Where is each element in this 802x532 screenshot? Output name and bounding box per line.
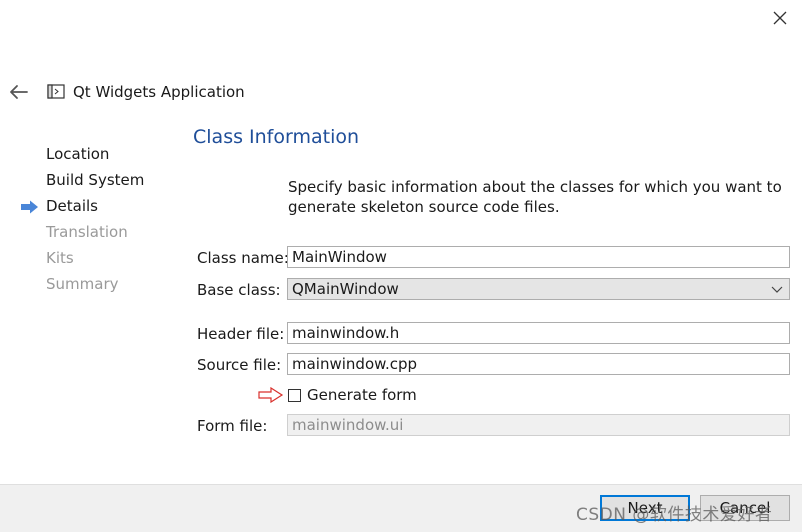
base-class-label: Base class: bbox=[197, 281, 281, 299]
header-file-input[interactable] bbox=[287, 322, 790, 344]
close-icon bbox=[773, 11, 787, 25]
step-location: Location bbox=[46, 145, 110, 163]
watermark-text: CSDN @软件技术爱好者 bbox=[576, 505, 773, 525]
generate-form-label[interactable]: Generate form bbox=[307, 386, 417, 404]
class-name-input[interactable] bbox=[287, 246, 790, 268]
wizard-steps: Location Build System Details Translatio… bbox=[46, 144, 144, 300]
current-step-arrow-icon bbox=[20, 199, 40, 214]
base-class-select[interactable]: QMainWindow bbox=[287, 278, 790, 300]
step-translation: Translation bbox=[46, 223, 128, 241]
back-arrow-icon bbox=[10, 85, 28, 99]
back-button[interactable] bbox=[8, 82, 30, 102]
step-summary: Summary bbox=[46, 275, 119, 293]
step-build-system: Build System bbox=[46, 171, 145, 189]
window-icon bbox=[47, 84, 65, 100]
base-class-value: QMainWindow bbox=[292, 280, 399, 298]
source-file-label: Source file: bbox=[197, 356, 282, 374]
step-kits: Kits bbox=[46, 249, 74, 267]
step-details: Details bbox=[46, 197, 99, 215]
class-name-label: Class name: bbox=[197, 249, 289, 267]
page-title: Class Information bbox=[193, 126, 360, 148]
form-file-label: Form file: bbox=[197, 417, 268, 435]
close-button[interactable] bbox=[768, 6, 792, 30]
header-file-label: Header file: bbox=[197, 325, 285, 343]
wizard-title: Qt Widgets Application bbox=[73, 83, 245, 101]
chevron-down-icon bbox=[771, 286, 783, 293]
generate-form-checkbox[interactable] bbox=[288, 389, 301, 402]
source-file-input[interactable] bbox=[287, 353, 790, 375]
form-file-input bbox=[287, 414, 790, 436]
page-description: Specify basic information about the clas… bbox=[288, 178, 782, 216]
annotation-arrow-icon bbox=[258, 386, 284, 404]
